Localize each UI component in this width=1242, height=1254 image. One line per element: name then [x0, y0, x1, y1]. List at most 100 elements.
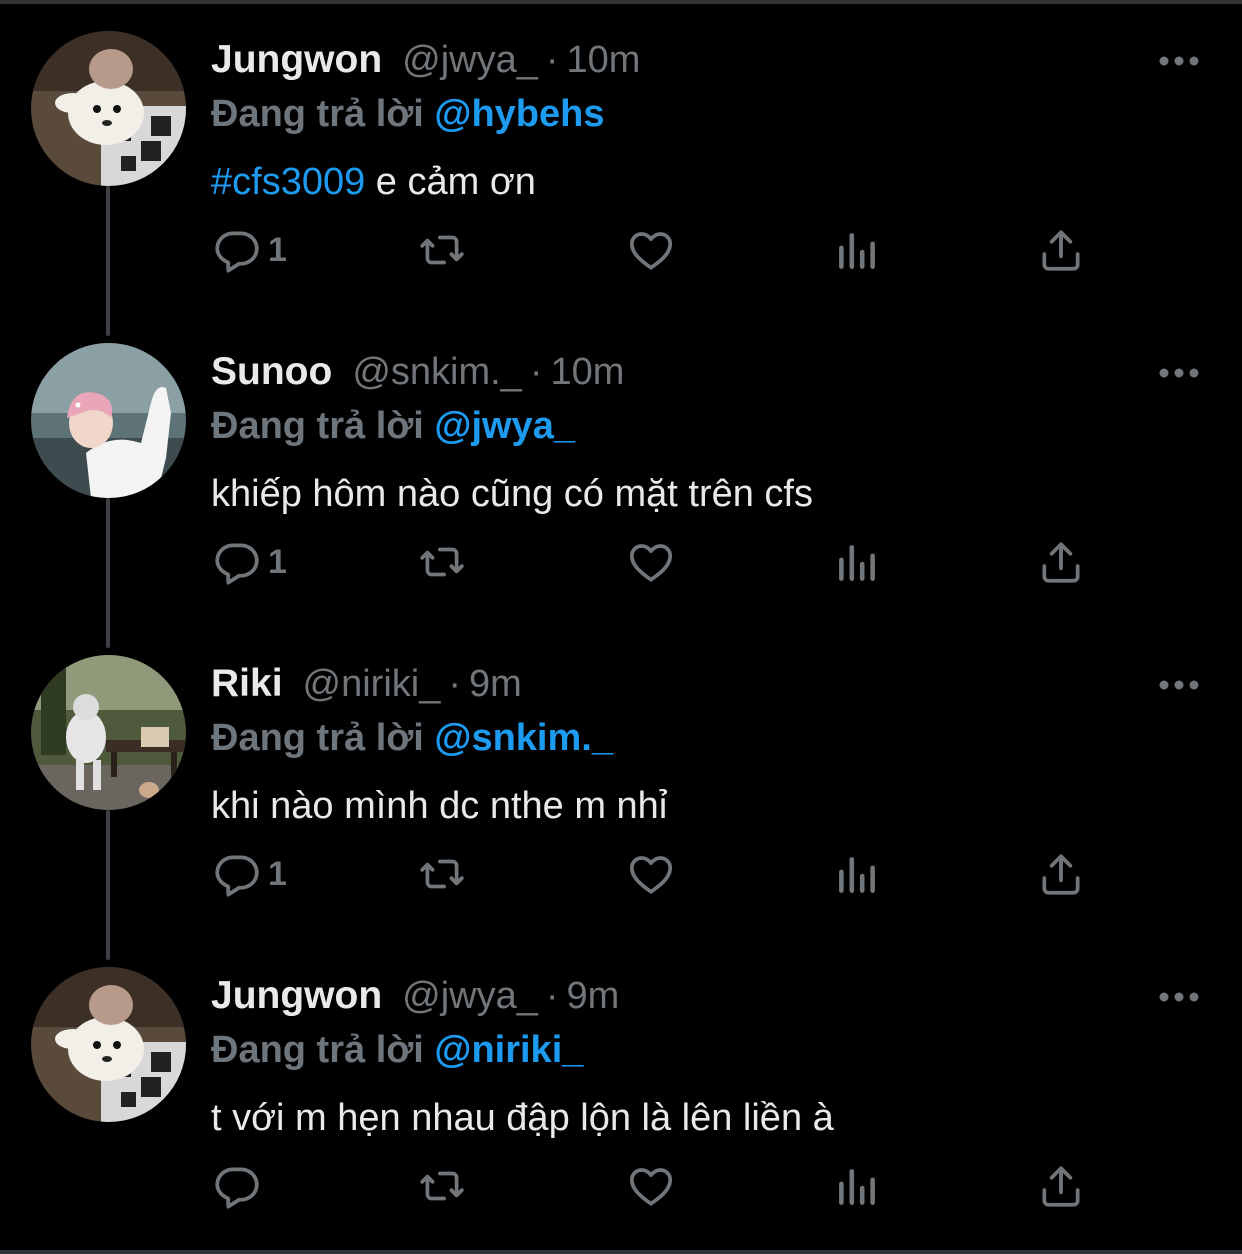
avatar[interactable]	[31, 31, 186, 186]
mention-link[interactable]: @snkim._	[434, 717, 613, 759]
views-button[interactable]	[832, 1156, 882, 1216]
username[interactable]: @jwya_	[402, 975, 538, 1017]
reply-icon	[215, 231, 259, 273]
tweet-header: Jungwon @jwya_ · 10m	[211, 34, 640, 86]
display-name[interactable]: Riki	[211, 662, 283, 705]
tweet[interactable]: Jungwon @jwya_ · 9m Đang trả lời @niriki_ t…	[0, 940, 1242, 1252]
retweet-button[interactable]	[417, 844, 467, 904]
avatar-jungwon-image	[31, 31, 186, 186]
display-name[interactable]: Jungwon	[211, 38, 382, 81]
retweet-icon	[420, 547, 464, 577]
views-button[interactable]	[832, 220, 882, 280]
action-bar: 1	[212, 532, 1112, 592]
replying-to: Đang trả lời @niriki_	[211, 1024, 583, 1076]
more-options-button[interactable]	[1158, 676, 1200, 694]
tweet-header: Jungwon @jwya_ · 9m	[211, 970, 619, 1022]
share-button[interactable]	[1036, 1156, 1086, 1216]
tweet-text: #cfs3009 e cảm ơn	[211, 154, 536, 210]
avatar-jungwon-image	[31, 967, 186, 1122]
separator-dot: ·	[545, 975, 559, 1017]
reply-icon	[215, 1167, 259, 1209]
more-options-button[interactable]	[1158, 52, 1200, 70]
replying-to-label: Đang trả lời	[211, 405, 424, 447]
replying-to: Đang trả lời @hybehs	[211, 88, 604, 140]
analytics-icon	[839, 545, 875, 581]
share-icon	[1042, 230, 1080, 271]
tweet-body: khiếp hôm nào cũng có mặt trên cfs	[211, 473, 813, 515]
username[interactable]: @jwya_	[402, 39, 538, 81]
retweet-button[interactable]	[417, 1156, 467, 1216]
share-button[interactable]	[1036, 220, 1086, 280]
tweet-body: e cảm ơn	[365, 161, 536, 203]
more-options-button[interactable]	[1158, 988, 1200, 1006]
retweet-button[interactable]	[417, 532, 467, 592]
heart-icon	[629, 232, 673, 270]
display-name[interactable]: Sunoo	[211, 350, 332, 393]
timestamp[interactable]: 10m	[567, 39, 641, 81]
reply-button[interactable]	[212, 1156, 268, 1216]
timestamp[interactable]: 10m	[550, 351, 624, 393]
action-bar: 1	[212, 844, 1112, 904]
avatar[interactable]	[31, 343, 186, 498]
heart-icon	[629, 1168, 673, 1206]
more-icon	[1159, 56, 1199, 66]
reply-button[interactable]: 1	[212, 220, 287, 280]
replying-to-label: Đang trả lời	[211, 1029, 424, 1071]
separator-dot: ·	[529, 351, 543, 393]
share-button[interactable]	[1036, 844, 1086, 904]
reply-count: 1	[268, 230, 287, 269]
mention-link[interactable]: @niriki_	[434, 1029, 583, 1071]
separator-dot: ·	[545, 39, 559, 81]
share-icon	[1042, 542, 1080, 583]
tweet[interactable]: Sunoo @snkim._ · 10m Đang trả lời @jwya_ kh…	[0, 316, 1242, 628]
username[interactable]: @snkim._	[352, 351, 522, 393]
tweet-header: Sunoo @snkim._ · 10m	[211, 346, 624, 398]
heart-icon	[629, 544, 673, 582]
like-button[interactable]	[626, 844, 676, 904]
timestamp[interactable]: 9m	[567, 975, 620, 1017]
tweet-text: khiếp hôm nào cũng có mặt trên cfs	[211, 466, 813, 522]
more-icon	[1159, 992, 1199, 1002]
analytics-icon	[839, 1169, 875, 1205]
share-icon	[1042, 1166, 1080, 1207]
reply-button[interactable]: 1	[212, 532, 287, 592]
share-icon	[1042, 854, 1080, 895]
reply-button[interactable]: 1	[212, 844, 287, 904]
action-bar: 1	[212, 220, 1112, 280]
views-button[interactable]	[832, 532, 882, 592]
display-name[interactable]: Jungwon	[211, 974, 382, 1017]
hashtag-link[interactable]: #cfs3009	[211, 161, 365, 203]
separator-dot: ·	[448, 663, 462, 705]
tweet[interactable]: Riki @niriki_ · 9m Đang trả lời @snkim._ kh…	[0, 628, 1242, 940]
replying-to: Đang trả lời @jwya_	[211, 400, 575, 452]
tweet[interactable]: Jungwon @jwya_ · 10m Đang trả lời @hybehs #…	[0, 4, 1242, 316]
more-options-button[interactable]	[1158, 364, 1200, 382]
analytics-icon	[839, 233, 875, 269]
like-button[interactable]	[626, 220, 676, 280]
share-button[interactable]	[1036, 532, 1086, 592]
retweet-icon	[420, 1171, 464, 1201]
like-button[interactable]	[626, 532, 676, 592]
like-button[interactable]	[626, 1156, 676, 1216]
mention-link[interactable]: @hybehs	[434, 93, 604, 135]
mention-link[interactable]: @jwya_	[434, 405, 575, 447]
more-icon	[1159, 680, 1199, 690]
heart-icon	[629, 856, 673, 894]
tweet-body: khi nào mình dc nthe m nhỉ	[211, 785, 668, 827]
reply-icon	[215, 543, 259, 585]
reply-count: 1	[268, 854, 287, 893]
more-icon	[1159, 368, 1199, 378]
avatar[interactable]	[31, 967, 186, 1122]
tweet-body: t với m hẹn nhau đập lộn là lên liền à	[211, 1097, 834, 1139]
bottom-border	[0, 1250, 1242, 1254]
retweet-button[interactable]	[417, 220, 467, 280]
timestamp[interactable]: 9m	[469, 663, 522, 705]
retweet-icon	[420, 235, 464, 265]
username[interactable]: @niriki_	[303, 663, 441, 705]
tweet-text: t với m hẹn nhau đập lộn là lên liền à	[211, 1090, 834, 1146]
avatar[interactable]	[31, 655, 186, 810]
replying-to-label: Đang trả lời	[211, 93, 424, 135]
avatar-riki-image	[31, 655, 186, 810]
views-button[interactable]	[832, 844, 882, 904]
reply-icon	[215, 855, 259, 897]
